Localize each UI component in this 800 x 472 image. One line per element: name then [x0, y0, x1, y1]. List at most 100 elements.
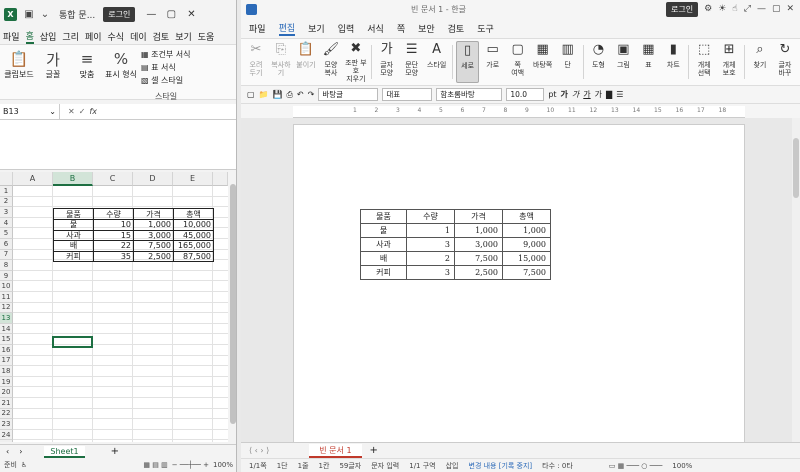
header-cell[interactable]: 수량: [406, 209, 455, 224]
excel-login-button[interactable]: 로그인: [103, 6, 136, 22]
menu-security[interactable]: 보안: [418, 22, 435, 35]
header-cell[interactable]: 물품: [360, 209, 407, 224]
ribbon-button[interactable]: A 스타일: [426, 41, 448, 83]
ribbon-button[interactable]: 📋 붙이기: [295, 41, 317, 83]
highlight-icon[interactable]: ▇: [606, 90, 612, 99]
col-header-e[interactable]: E: [173, 172, 213, 186]
table-cell[interactable]: 165,000: [173, 240, 214, 252]
hwp-ruler[interactable]: 1 2 3 4 5 6 7 8 9 10 11 12 13 14 15 16 17 18: [293, 106, 745, 118]
ribbon-button[interactable]: ✂ 오려 두기: [245, 41, 267, 83]
header-cell[interactable]: 총액: [173, 208, 214, 220]
table-cell[interactable]: 3,000: [133, 229, 174, 242]
menu-file[interactable]: 파일: [249, 22, 266, 35]
table-cell[interactable]: 87,500: [173, 250, 214, 263]
table-format-button[interactable]: ▤ 표 서식: [141, 62, 190, 73]
row-header[interactable]: 15: [0, 334, 13, 345]
table-cell[interactable]: 2,500: [133, 250, 174, 263]
number-group[interactable]: % 표시 형식: [105, 49, 137, 95]
row-header[interactable]: 18: [0, 366, 13, 377]
table-cell[interactable]: 3: [406, 237, 455, 252]
align-group[interactable]: ≡ 맞춤: [71, 49, 103, 95]
row-header[interactable]: 19: [0, 376, 13, 388]
ribbon-button[interactable]: ⌕ 찾기: [749, 41, 771, 83]
doc-tab-nav-icon[interactable]: ⟨ ‹ › ⟩: [249, 446, 269, 455]
maximize-button[interactable]: ▢: [161, 9, 181, 20]
menu-page[interactable]: 쪽: [397, 22, 405, 35]
font-select[interactable]: 함초롬바탕: [436, 88, 503, 101]
excel-zoom-level[interactable]: 100%: [213, 461, 233, 469]
table-cell[interactable]: 커피: [360, 265, 407, 280]
hwp-maximize-button[interactable]: ▢: [772, 4, 781, 14]
ribbon-button[interactable]: ▢ 쪽 여백: [507, 41, 529, 83]
ribbon-button[interactable]: ▥ 단: [557, 41, 579, 83]
row-header[interactable]: 17: [0, 355, 13, 367]
add-sheet-icon[interactable]: +: [111, 446, 119, 457]
new-doc-icon[interactable]: ▢: [247, 90, 255, 99]
table-cell[interactable]: 2: [406, 251, 455, 266]
table-cell[interactable]: 7,500: [454, 251, 503, 266]
underline-icon[interactable]: 가: [583, 89, 590, 100]
doc-tab-empty-document[interactable]: 빈 문서 1: [309, 443, 362, 458]
row-header[interactable]: 10: [0, 281, 13, 292]
table-cell[interactable]: 배: [360, 251, 407, 266]
view-icons[interactable]: ▦ ▤ ▥: [143, 461, 167, 469]
hwp-close-button[interactable]: ✕: [786, 4, 794, 14]
tab-review[interactable]: 검토: [153, 30, 170, 43]
table-cell[interactable]: 배: [53, 240, 94, 252]
table-cell[interactable]: 22: [93, 240, 134, 252]
active-cell-selection[interactable]: [52, 336, 93, 348]
scrollbar-thumb[interactable]: [793, 138, 799, 198]
row-header[interactable]: 11: [0, 292, 13, 303]
row-header[interactable]: 25: [0, 440, 13, 442]
row-header[interactable]: 24: [0, 429, 13, 441]
table-cell[interactable]: 2,500: [454, 265, 503, 280]
row-header[interactable]: 20: [0, 387, 13, 398]
table-cell[interactable]: 10: [93, 219, 134, 231]
header-cell[interactable]: 가격: [133, 208, 174, 220]
spreadsheet-grid[interactable]: A B C D E 1 2 3 4 5 6 7 8 9 10 11 12 13 14 15 16 17 18 19 2…: [0, 172, 228, 442]
row-header[interactable]: 23: [0, 419, 13, 430]
col-header-d[interactable]: D: [133, 172, 173, 186]
redo-icon[interactable]: ↷: [308, 90, 315, 99]
menu-insert[interactable]: 입력: [338, 22, 355, 35]
row-header[interactable]: 6: [0, 239, 13, 250]
table-cell[interactable]: 1,000: [502, 223, 551, 238]
row-header[interactable]: 16: [0, 345, 13, 356]
row-header[interactable]: 1: [0, 186, 13, 197]
print-icon[interactable]: ⎙: [287, 90, 293, 100]
tab-home[interactable]: 홈: [25, 29, 34, 44]
ribbon-button[interactable]: ▭ 가로: [482, 41, 504, 83]
table-cell[interactable]: 사과: [360, 237, 407, 252]
text-color-icon[interactable]: 가: [595, 89, 602, 100]
select-all-corner[interactable]: [0, 172, 13, 186]
row-header[interactable]: 12: [0, 302, 13, 314]
ribbon-button[interactable]: ▮ 차트: [662, 41, 684, 83]
cancel-check-icons[interactable]: ✕✓: [68, 107, 89, 116]
row-header[interactable]: 9: [0, 270, 13, 282]
tab-page[interactable]: 페이: [85, 30, 102, 43]
ribbon-button[interactable]: ▣ 그림: [612, 41, 634, 83]
ribbon-button[interactable]: ☰ 문단 모양: [401, 41, 423, 83]
bold-icon[interactable]: 가: [561, 89, 568, 100]
theme-icon[interactable]: ☀: [718, 4, 726, 14]
row-header[interactable]: 8: [0, 260, 13, 271]
row-header[interactable]: 22: [0, 408, 13, 420]
header-cell[interactable]: 총액: [502, 209, 551, 224]
minimize-button[interactable]: —: [141, 9, 161, 20]
row-header[interactable]: 7: [0, 249, 13, 261]
cell-style-button[interactable]: ▧ 셀 스타일: [141, 75, 190, 86]
formula-input[interactable]: [0, 120, 236, 170]
open-icon[interactable]: 📁: [259, 90, 269, 99]
language-select[interactable]: 대표: [382, 88, 433, 101]
tab-draw[interactable]: 그리: [62, 30, 79, 43]
table-cell[interactable]: 35: [93, 250, 134, 263]
ribbon-button[interactable]: ◔ 도형: [587, 41, 609, 83]
status-track-changes[interactable]: 변경 내용 [기록 중지]: [469, 461, 533, 471]
row-header[interactable]: 14: [0, 323, 13, 335]
ribbon-button[interactable]: ▦ 바탕쪽: [532, 41, 554, 83]
font-size-input[interactable]: 10.0: [506, 88, 545, 101]
table-cell[interactable]: 3,000: [454, 237, 503, 252]
add-doc-icon[interactable]: +: [370, 445, 378, 456]
row-header[interactable]: 2: [0, 196, 13, 208]
table-cell[interactable]: 1,000: [133, 219, 174, 231]
